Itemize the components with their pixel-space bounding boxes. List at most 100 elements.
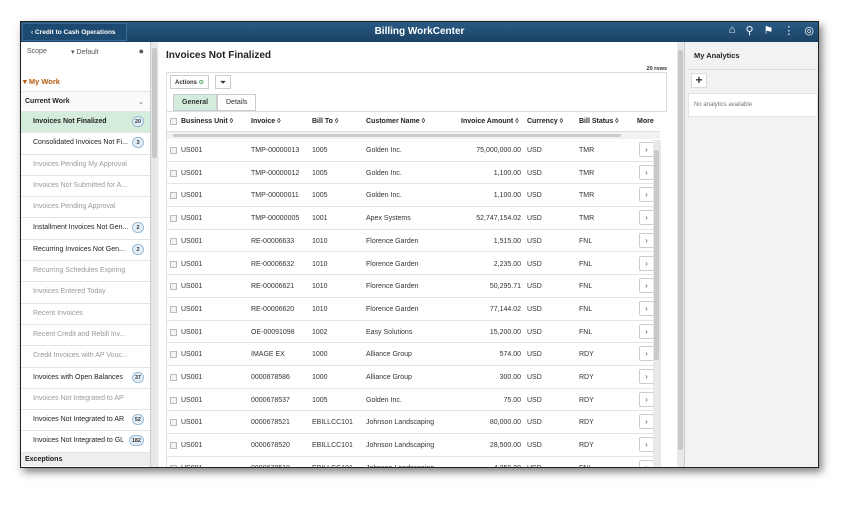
search-icon[interactable]: ⚲ [745,24,753,37]
table-row[interactable]: US001 TMP-00000012 1005 Golden Inc. 1,100.00… [167,162,660,185]
settings-icon[interactable]: ● [139,46,144,56]
sidebar-item-label: Invoices Not Submitted for A... [33,181,128,189]
sidebar-item[interactable]: Installment Invoices Not Gen... 2 [21,218,150,240]
more-button[interactable]: › [639,300,654,316]
sidebar-item[interactable]: Invoices with Open Balances 37 [21,368,150,389]
sidebar-item[interactable]: Invoices Entered Today [21,282,150,304]
more-button[interactable]: › [639,278,654,294]
more-button[interactable]: › [639,142,654,157]
row-checkbox[interactable] [170,192,177,200]
actions-button[interactable]: Actions ⊙ [170,75,209,89]
more-button[interactable]: › [639,391,654,407]
filter-icon[interactable]: ⏷ [215,75,231,89]
table-row[interactable]: US001 0000678519 EBILLCC101 Johnson Landsca… [167,457,660,467]
select-all-checkbox[interactable] [170,118,177,125]
row-checkbox[interactable] [170,442,177,450]
main-scrollbar[interactable] [677,42,684,467]
more-button[interactable]: › [639,164,654,180]
sidebar-item[interactable]: Invoices Not Integrated to AR 52 [21,410,150,432]
more-vertical-icon[interactable]: ⋮ [783,24,794,37]
cell-business-unit: US001 [181,374,203,381]
row-checkbox[interactable] [170,215,177,223]
table-row[interactable]: US001 IMAGE EX 1000 Alliance Group 574.00 USD… [167,343,660,366]
sidebar-item[interactable]: Invoices Not Submitted for A... [21,176,150,198]
grid-scrollbar[interactable] [653,140,661,467]
sidebar-item[interactable]: Credit Invoices with AP Vouc... [21,346,150,368]
sidebar-item[interactable]: Invoices Not Finalized 20 [21,112,150,134]
row-checkbox[interactable] [170,283,177,291]
col-bill-to[interactable]: Bill To ◊ [312,118,338,125]
flag-icon[interactable]: ⚑ [764,24,774,37]
cell-invoice: TMP-00000011 [251,192,299,200]
current-work-header[interactable]: Current Work ⌄ [21,92,150,112]
table-row[interactable]: US001 RE-00006621 1010 Florence Garden 50,29… [167,275,660,298]
row-checkbox[interactable] [170,374,177,381]
chevron-down-icon: ⌄ [138,99,144,106]
sidebar-item[interactable]: Recurring Invoices Not Gen... 2 [21,240,150,262]
home-icon[interactable]: ⌂ [729,24,736,37]
more-button[interactable]: › [639,323,654,339]
row-checkbox[interactable] [170,305,177,313]
row-checkbox[interactable] [170,328,177,336]
table-row[interactable]: US001 RE-00006633 1010 Florence Garden 1,515… [167,230,660,253]
grid-header-row: Business Unit ◊ Invoice ◊ Bill To ◊ Cust… [167,112,660,132]
col-invoice-amount[interactable]: Invoice Amount ◊ [461,118,519,125]
sidebar-item[interactable]: Invoices Not Integrated to GL 182 [21,431,150,453]
col-invoice[interactable]: Invoice ◊ [251,118,281,125]
more-button[interactable]: › [639,232,654,248]
table-row[interactable]: US001 RE-00006620 1010 Florence Garden 77,14… [167,298,660,321]
more-button[interactable]: › [639,369,654,384]
more-button[interactable]: › [639,255,654,271]
scope-select[interactable]: ▾ Default [71,48,99,56]
page-title: Invoices Not Finalized [166,50,272,61]
table-row[interactable]: US001 0000678521 EBILLCC101 Johnson Landsca… [167,411,660,435]
row-checkbox[interactable] [170,237,177,245]
table-row[interactable]: US001 RE-00006632 1010 Florence Garden 2,235… [167,253,660,276]
row-checkbox[interactable] [170,260,177,268]
col-bill-status[interactable]: Bill Status ◊ [579,118,619,125]
compass-icon[interactable]: ◎ [804,24,814,37]
table-row[interactable]: US001 TMP-00000013 1005 Golden Inc. 75,000,0… [167,139,660,162]
table-row[interactable]: US001 0000678537 1005 Golden Inc. 75.00 USD RD… [167,389,660,412]
sidebar-item[interactable]: Recent Credit and Rebill Inv... [21,325,150,347]
cell-customer-name: Golden Inc. [366,169,402,177]
tab-general[interactable]: General [173,94,218,111]
tab-details[interactable]: Details [217,94,257,111]
more-button[interactable]: › [639,187,654,203]
sidebar-item[interactable]: Consolidated Invoices Not Fi... 3 [21,133,150,155]
col-customer-name[interactable]: Customer Name ◊ [366,118,425,125]
sidebar-item-label: Invoices Not Integrated to AR [33,416,125,424]
sidebar-item[interactable]: Invoices Pending Approval [21,197,150,219]
row-checkbox[interactable] [170,464,177,467]
row-checkbox[interactable] [170,169,177,177]
cell-bill-to: 1010 [312,305,328,313]
more-button[interactable]: › [639,346,654,362]
table-row[interactable]: US001 TMP-00000011 1005 Golden Inc. 1,100.00… [167,184,660,208]
row-checkbox[interactable] [170,419,177,427]
row-checkbox[interactable] [170,351,177,359]
sidebar-item[interactable]: Invoices Pending My Approval [21,155,150,176]
row-checkbox[interactable] [170,396,177,404]
sidebar-item-label: Recurring Invoices Not Gen... [33,245,125,253]
table-row[interactable]: US001 OE-00091098 1002 Easy Solutions 15,200… [167,321,660,344]
sidebar-item[interactable]: Invoices Not Integrated to AP [21,389,150,411]
my-work-header[interactable]: ▾ My Work [21,72,150,92]
exceptions-header[interactable]: Exceptions [21,452,150,466]
table-row[interactable]: US001 0000678586 1000 Alliance Group 300.00 U… [167,366,660,389]
sidebar-item[interactable]: Recent Invoices [21,304,150,325]
horizontal-scrollbar[interactable] [167,132,660,139]
more-button[interactable]: › [639,414,654,430]
more-button[interactable]: › [639,437,654,453]
sidebar-scrollbar[interactable] [151,42,158,467]
table-row[interactable]: US001 TMP-00000005 1001 Apex Systems 52,747,… [167,207,660,230]
row-checkbox[interactable] [170,147,177,154]
add-analytics-button[interactable]: + [691,73,707,88]
sidebar-item[interactable]: Recurring Schedules Expiring [21,261,150,283]
table-row[interactable]: US001 0000678520 EBILLCC101 Johnson Landsca… [167,434,660,457]
cell-invoice: TMP-00000013 [251,147,300,154]
cell-bill-status: FNL [579,465,592,467]
col-business-unit[interactable]: Business Unit ◊ [181,118,233,125]
more-button[interactable]: › [639,459,654,467]
col-currency[interactable]: Currency ◊ [527,118,563,125]
more-button[interactable]: › [639,210,654,226]
